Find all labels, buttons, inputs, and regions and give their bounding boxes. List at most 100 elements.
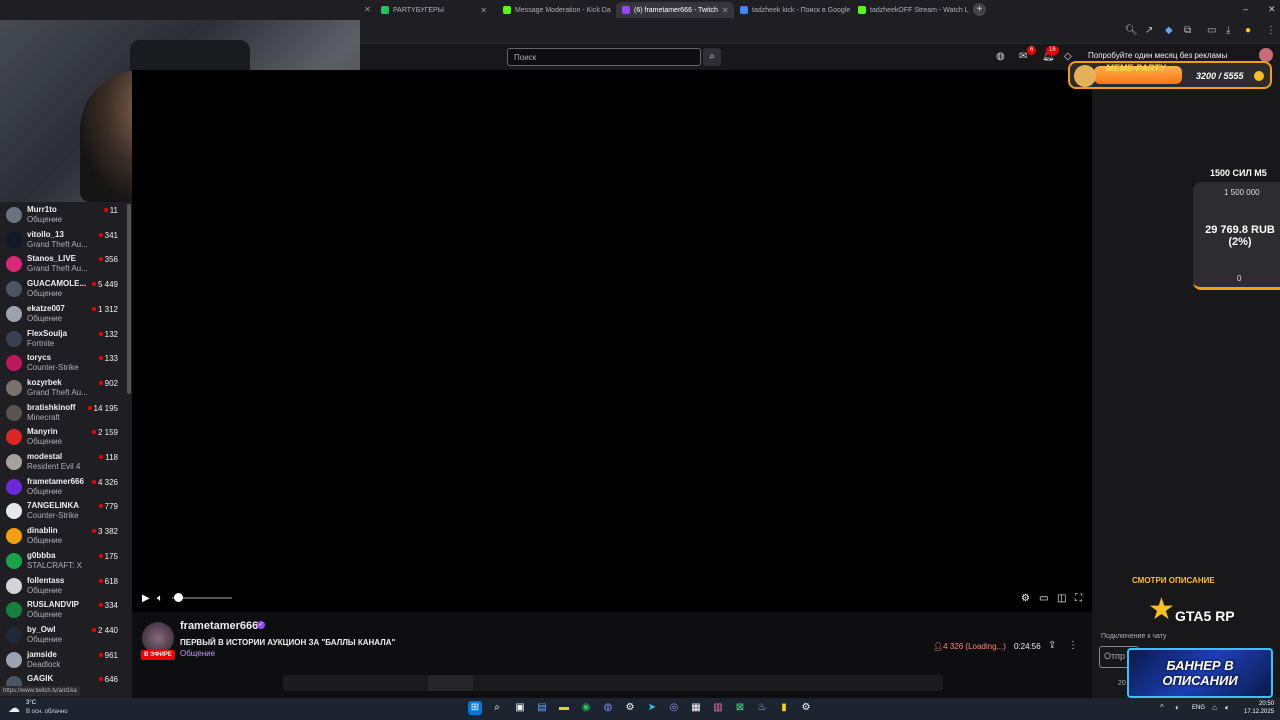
- sidebar-channel[interactable]: Stanos_LIVE Grand Theft Au... 356: [0, 252, 126, 276]
- sidebar-channel[interactable]: follentass Общение 618: [0, 574, 126, 598]
- stream-category[interactable]: Общение: [180, 649, 215, 658]
- viewer-count-text: 4 326 (Loading...): [943, 642, 1006, 651]
- fullscreen-icon[interactable]: ⛶: [1075, 593, 1082, 604]
- browser-tab[interactable]: PARTYБУГЕРЫ ✕: [375, 2, 493, 18]
- bits-icon[interactable]: ◇: [1064, 51, 1072, 62]
- sidebar-channel[interactable]: by_Owl Общение 2 440: [0, 623, 126, 647]
- zoom-icon[interactable]: 🔍︎: [1125, 25, 1138, 36]
- sidebar-channel[interactable]: g0bbba STALCRAFT: X 175: [0, 549, 126, 573]
- xbox-icon[interactable]: ⊠: [733, 701, 747, 715]
- pip-icon[interactable]: ◫: [1057, 593, 1066, 604]
- steam-icon[interactable]: ♨: [755, 701, 769, 715]
- more-options-icon[interactable]: ⋮: [1068, 640, 1078, 651]
- tray-overflow-icon[interactable]: ^: [1160, 703, 1164, 712]
- volume-handle[interactable]: [174, 593, 183, 602]
- channel-viewers: 11: [103, 206, 118, 215]
- network-icon[interactable]: ⌂: [1212, 703, 1217, 712]
- speaker-icon[interactable]: 🔈︎: [1225, 703, 1230, 713]
- streamer-name[interactable]: frametamer666: [180, 620, 258, 632]
- live-dot-icon: [91, 306, 96, 311]
- search-icon[interactable]: ⌕: [703, 48, 721, 66]
- sidebar-channel[interactable]: FlexSoulja Fortnite 132: [0, 327, 126, 351]
- start-icon[interactable]: ⊞: [468, 701, 482, 715]
- tab-favicon-icon: [858, 6, 866, 14]
- play-icon[interactable]: ▶: [142, 593, 150, 604]
- sidebar-channel[interactable]: GUACAMOLE... Общение 5 449: [0, 277, 126, 301]
- sidebar-channel[interactable]: jamside Deadlock 961: [0, 648, 126, 672]
- browser-tab[interactable]: tadzheek kick - Поиск в Google✕: [734, 2, 852, 18]
- new-tab-button[interactable]: +: [973, 3, 986, 16]
- sidebar-channel[interactable]: ekatze007 Общение 1 312: [0, 302, 126, 326]
- theatre-mode-icon[interactable]: ▭: [1039, 593, 1048, 604]
- tab-label: PARTYБУГЕРЫ: [393, 6, 444, 14]
- browser-tab[interactable]: Message Moderation - Kick Da✕: [497, 2, 615, 18]
- sidebar-channel[interactable]: kozyrbek Grand Theft Au... 902: [0, 376, 126, 400]
- channel-viewers: 961: [98, 651, 118, 660]
- sidebar-channel[interactable]: bratishkinoff Minecraft 14 195: [0, 401, 126, 425]
- media-app-icon[interactable]: ▥: [711, 701, 725, 715]
- inbox-icon[interactable]: ✉: [1019, 51, 1027, 62]
- address-bar[interactable]: [360, 20, 1280, 44]
- browser-menu-icon[interactable]: ⋮: [1266, 25, 1276, 36]
- system-settings-icon[interactable]: ⚙: [799, 701, 813, 715]
- user-avatar[interactable]: [1259, 48, 1273, 62]
- channel-avatar: [6, 429, 22, 446]
- sidebar-channel[interactable]: 7ANGELINKA Counter-Strike 779: [0, 499, 126, 523]
- live-dot-icon: [98, 677, 103, 682]
- browser-tab[interactable]: tadzheekOFF Stream - Watch L✕: [852, 2, 970, 18]
- prime-promo[interactable]: Попробуйте один месяц без рекламы: [1088, 51, 1227, 60]
- prime-loot-icon[interactable]: ◍: [996, 51, 1005, 62]
- channel-viewers: 133: [98, 354, 118, 363]
- settings-icon[interactable]: ⚙: [1021, 593, 1030, 604]
- widgets-icon[interactable]: ▤: [535, 701, 549, 715]
- weather-icon[interactable]: ☁: [8, 701, 20, 715]
- sidebar-channel[interactable]: Murr1to Общение 11: [0, 203, 126, 227]
- banner-overlay: БАННЕР В ОПИСАНИИ: [1127, 648, 1273, 698]
- language-indicator[interactable]: ENG: [1192, 705, 1205, 711]
- sidebar-panel-icon[interactable]: ▭: [1207, 25, 1216, 36]
- channel-viewers: 779: [98, 502, 118, 511]
- profile-icon[interactable]: ●: [1245, 25, 1251, 36]
- sidebar-channel[interactable]: modestal Resident Evil 4 118: [0, 450, 126, 474]
- sidebar-channel[interactable]: Manyrin Общение 2 159: [0, 425, 126, 449]
- clock[interactable]: 20:50 17.12.2025: [1244, 700, 1274, 716]
- sidebar-scrollbar[interactable]: [127, 204, 131, 394]
- channel-category: STALCRAFT: X: [27, 560, 82, 570]
- volume-icon[interactable]: 🔈︎: [157, 593, 163, 604]
- extension-icon[interactable]: ◆: [1165, 25, 1173, 36]
- sidebar-channel[interactable]: torycs Counter-Strike 133: [0, 351, 126, 375]
- tab-favicon-icon: [622, 6, 630, 14]
- browser-tab[interactable]: (6) frametamer666 - Twitch ✕: [616, 2, 734, 18]
- minimize-icon[interactable]: –: [1243, 4, 1248, 14]
- download-icon[interactable]: ⤓: [1226, 25, 1230, 36]
- channel-avatar: [6, 404, 22, 421]
- sidebar-channel[interactable]: frametamer666 Общение 4 326: [0, 475, 126, 499]
- close-window-icon[interactable]: ✕: [1268, 4, 1276, 15]
- sidebar-channel[interactable]: vitollo_13 Grand Theft Au... 341: [0, 228, 126, 252]
- taskbar-search-icon[interactable]: ⌕: [490, 701, 504, 715]
- settings-app-icon[interactable]: ⚙: [623, 701, 637, 715]
- tray-app-icon[interactable]: ◐: [1175, 703, 1180, 712]
- search-input[interactable]: Поиск: [507, 48, 701, 66]
- discord-icon[interactable]: ◍: [601, 701, 615, 715]
- channel-viewer-count: 2 440: [97, 625, 118, 635]
- channel-name: vitollo_13: [27, 229, 64, 239]
- obs-icon[interactable]: ◎: [667, 701, 681, 715]
- close-tab-icon[interactable]: ✕: [480, 6, 487, 15]
- extensions-icon[interactable]: ⧉: [1184, 25, 1191, 36]
- close-tab-icon[interactable]: ✕: [364, 5, 371, 14]
- channel-avatar: [6, 379, 22, 396]
- video-player[interactable]: [132, 70, 1092, 612]
- share-icon[interactable]: ⇪: [1048, 640, 1056, 651]
- task-view-icon[interactable]: ▣: [513, 701, 527, 715]
- telegram-icon[interactable]: ➤: [645, 701, 659, 715]
- sidebar-channel[interactable]: RUSLANDVIP Общение 334: [0, 598, 126, 622]
- sidebar-channel[interactable]: dinablin Общение 3 382: [0, 524, 126, 548]
- game-app-icon[interactable]: ▮: [777, 701, 791, 715]
- file-explorer-icon[interactable]: ▬: [557, 701, 571, 715]
- app-icon[interactable]: ▦: [689, 701, 703, 715]
- channel-name: jamside: [27, 649, 57, 659]
- chrome-icon[interactable]: ◉: [579, 701, 593, 715]
- share-page-icon[interactable]: ↗: [1145, 25, 1153, 36]
- close-tab-icon[interactable]: ✕: [722, 6, 729, 15]
